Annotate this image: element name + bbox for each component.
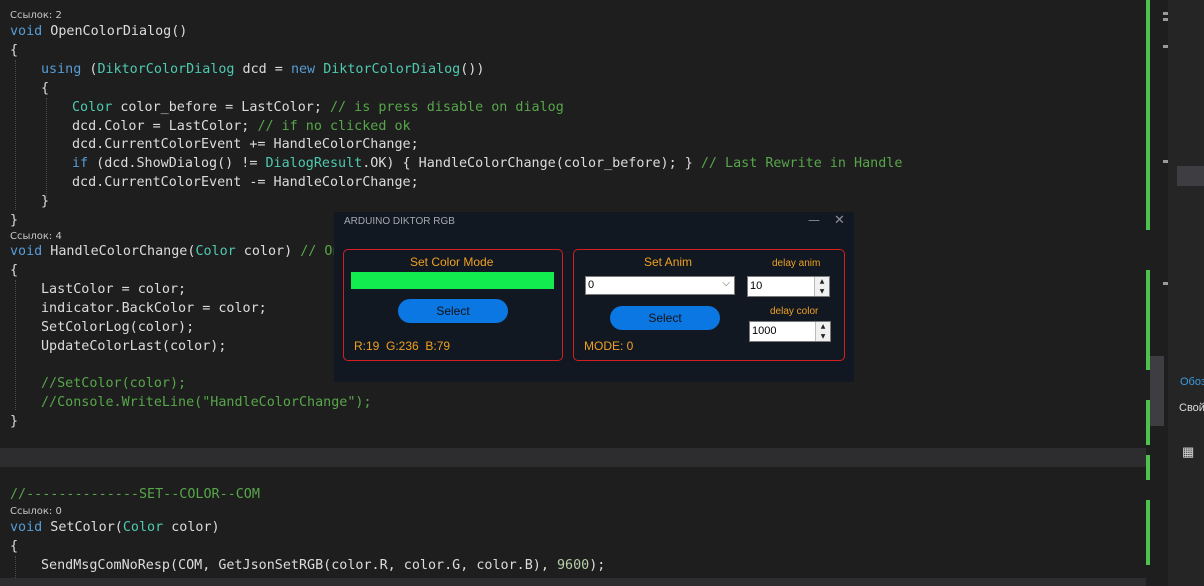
code-token: {: [10, 538, 19, 554]
select-anim-button[interactable]: Select: [610, 306, 720, 330]
change-marker: [1146, 0, 1150, 230]
delay-anim-value: 10: [750, 280, 763, 292]
minimize-icon[interactable]: —: [808, 213, 820, 227]
color-dialog-window: ARDUINO DIKTOR RGB — ✕ Set Color Mode Se…: [334, 212, 854, 382]
editor-status-bar: [0, 578, 1146, 586]
delay-anim-spinner[interactable]: 10 ▲ ▼: [747, 276, 830, 297]
close-icon[interactable]: ✕: [834, 213, 845, 228]
code-token: color): [163, 520, 220, 535]
delay-color-label: delay color: [770, 306, 819, 317]
chevron-down-icon: ⌵: [722, 278, 730, 289]
code-line[interactable]: {: [10, 537, 18, 556]
solution-explorer-panel: [1168, 0, 1204, 586]
code-token: );: [589, 557, 606, 573]
select-color-button[interactable]: Select: [398, 299, 508, 323]
spin-down-icon[interactable]: ▼: [816, 332, 830, 342]
code-line[interactable]: void SetColor(Color color): [10, 518, 220, 537]
code-token: void: [10, 520, 43, 535]
change-marker: [1146, 500, 1150, 565]
change-marker: [1146, 455, 1150, 480]
dialog-title: ARDUINO DIKTOR RGB: [344, 216, 455, 227]
spinner-buttons[interactable]: ▲ ▼: [815, 322, 830, 341]
anim-mode-value: 0: [588, 279, 595, 291]
spinner-buttons[interactable]: ▲ ▼: [814, 277, 829, 296]
color-mode-title: Set Color Mode: [410, 255, 494, 269]
mode-readout: MODE: 0: [584, 339, 634, 353]
anim-group: Set Anim delay anim 0 ⌵ 10 ▲ ▼ Select de…: [573, 249, 845, 361]
code-token: 9600: [556, 557, 590, 573]
scrollbar-thumb[interactable]: [1150, 356, 1164, 426]
color-mode-group: Set Color Mode Select R:19 G:236 B:79: [343, 249, 563, 361]
delay-anim-label: delay anim: [772, 258, 821, 269]
indent-guide: [15, 556, 16, 578]
code-token: SendMsgComNoResp(COM, GetJsonSetRGB(colo…: [41, 557, 557, 573]
spin-up-icon[interactable]: ▲: [816, 322, 830, 332]
code-line[interactable]: SendMsgComNoResp(COM, GetJsonSetRGB(colo…: [41, 556, 605, 575]
grid-icon[interactable]: ▦: [1182, 444, 1194, 460]
delay-color-value: 1000: [752, 325, 777, 337]
anim-title: Set Anim: [644, 255, 693, 269]
spin-up-icon[interactable]: ▲: [815, 277, 829, 287]
overview-label[interactable]: Обоз: [1180, 376, 1204, 388]
change-marker: [1146, 270, 1150, 370]
delay-color-spinner[interactable]: 1000 ▲ ▼: [749, 321, 831, 342]
panel-tab[interactable]: [1177, 166, 1204, 186]
rgb-readout: R:19 G:236 B:79: [354, 339, 451, 353]
properties-label[interactable]: Свой: [1179, 402, 1204, 414]
indent-guide: [46, 98, 47, 198]
indent-guide: [15, 60, 16, 210]
code-token: Color: [122, 520, 164, 535]
code-token: SetColor(: [42, 520, 123, 535]
indent-guide: [15, 280, 16, 410]
anim-mode-select[interactable]: 0 ⌵: [585, 276, 735, 295]
spin-down-icon[interactable]: ▼: [815, 287, 829, 297]
color-indicator: [351, 272, 554, 289]
